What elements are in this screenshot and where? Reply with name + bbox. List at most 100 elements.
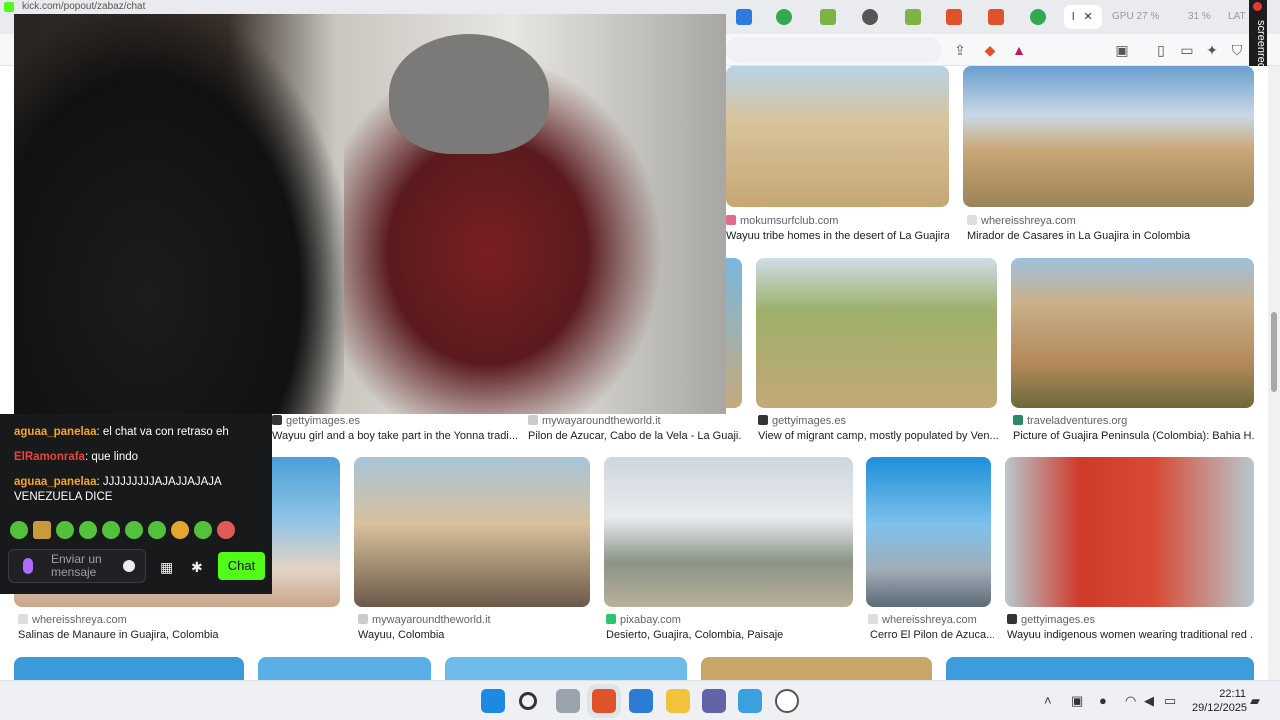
- microphone-icon[interactable]: ●: [1099, 693, 1107, 708]
- chat-input[interactable]: Enviar un mensaje: [8, 549, 146, 583]
- emote-icon[interactable]: [125, 521, 143, 539]
- result-image[interactable]: [1011, 258, 1254, 408]
- brave-rewards-icon[interactable]: ▲: [1010, 41, 1028, 59]
- result-title[interactable]: Wayuu, Colombia: [358, 629, 588, 641]
- result-image[interactable]: [756, 258, 997, 408]
- result-source[interactable]: traveladventures.org: [1013, 415, 1127, 427]
- scrollbar-thumb[interactable]: [1271, 312, 1277, 392]
- settings-gear-icon[interactable]: ✱: [191, 559, 203, 576]
- volume-icon[interactable]: ◀: [1144, 693, 1154, 709]
- result-title[interactable]: View of migrant camp, mostly populated b…: [758, 430, 998, 442]
- tab-close-icon[interactable]: ✕: [1084, 11, 1093, 23]
- result-image[interactable]: [604, 457, 853, 607]
- outlook-icon[interactable]: [629, 689, 653, 713]
- sidebar-icon[interactable]: ▯: [1152, 41, 1170, 59]
- result-source[interactable]: gettyimages.es: [272, 415, 360, 427]
- result-image[interactable]: [1005, 457, 1254, 607]
- emote-icon[interactable]: [171, 521, 189, 539]
- microphone-icon[interactable]: [23, 558, 33, 574]
- result-title[interactable]: Wayuu tribe homes in the desert of La Gu…: [726, 230, 949, 242]
- emote-icon[interactable]: [10, 521, 28, 539]
- result-title[interactable]: Wayuu girl and a boy take part in the Yo…: [272, 430, 517, 442]
- wifi-icon[interactable]: ◠: [1125, 693, 1136, 709]
- result-source[interactable]: whereisshreya.com: [868, 614, 977, 626]
- result-title[interactable]: Pilon de Azucar, Cabo de la Vela - La Gu…: [528, 430, 742, 442]
- result-image[interactable]: [726, 66, 949, 207]
- result-source[interactable]: mywayaroundtheworld.it: [528, 415, 661, 427]
- tab-favicon-icon[interactable]: [736, 9, 752, 25]
- result-source[interactable]: whereisshreya.com: [18, 614, 127, 626]
- chat-username[interactable]: aguaa_panelaa: [14, 426, 96, 438]
- recorder-app-icon[interactable]: [775, 689, 799, 713]
- result-title[interactable]: Picture of Guajira Peninsula (Colombia):…: [1013, 430, 1254, 442]
- brave-shields-icon[interactable]: ◆: [981, 41, 999, 59]
- result-title[interactable]: Desierto, Guajira, Colombia, Paisaje: [606, 629, 853, 641]
- clock-date: 29/12/2025: [1192, 702, 1248, 714]
- result-image[interactable]: [354, 457, 590, 607]
- result-image[interactable]: [258, 657, 431, 680]
- brave-tab-icon[interactable]: [946, 9, 962, 25]
- result-title[interactable]: Salinas de Manaure in Guajira, Colombia: [18, 629, 338, 641]
- result-title[interactable]: Wayuu indigenous women wearing tradition…: [1007, 629, 1254, 641]
- vpn-icon[interactable]: ⛉: [1228, 41, 1246, 59]
- emoji-icon[interactable]: [123, 560, 135, 572]
- notifications-icon[interactable]: ▰: [1250, 693, 1260, 709]
- result-image[interactable]: [14, 657, 244, 680]
- site-favicon-icon: [18, 614, 28, 624]
- chat-panel: aguaa_panelaa: el chat va con retraso eh…: [0, 414, 272, 594]
- result-image[interactable]: [946, 657, 1254, 680]
- active-tab[interactable]: l ✕: [1064, 5, 1102, 29]
- site-favicon-icon: [1013, 415, 1023, 425]
- share-icon[interactable]: ⇪: [951, 41, 969, 59]
- chat-username[interactable]: ElRamonrafa: [14, 451, 85, 463]
- result-source[interactable]: gettyimages.es: [758, 415, 846, 427]
- system-clock[interactable]: 22:11 29/12/2025: [1192, 687, 1247, 715]
- result-image[interactable]: [866, 457, 991, 607]
- search-icon[interactable]: [519, 692, 537, 710]
- tab-favicon-icon[interactable]: [862, 9, 878, 25]
- chevron-up-icon[interactable]: ˄: [1044, 693, 1052, 708]
- brave-tab-icon[interactable]: [988, 9, 1004, 25]
- emote-icon[interactable]: [217, 521, 235, 539]
- extension-icon[interactable]: ▣: [1113, 41, 1131, 59]
- tray-app-icon[interactable]: ▣: [1071, 693, 1083, 709]
- start-windows-icon[interactable]: [481, 689, 505, 713]
- popout-titlebar[interactable]: kick.com/popout/zabaz/chat: [0, 0, 726, 14]
- page-scrollbar[interactable]: [1268, 66, 1280, 680]
- result-source[interactable]: whereisshreya.com: [967, 215, 1076, 227]
- maps-tab-icon[interactable]: [776, 9, 792, 25]
- result-title[interactable]: Cerro El Pilon de Azuca...: [870, 629, 994, 641]
- result-source[interactable]: mokumsurfclub.com: [726, 215, 949, 227]
- tab-favicon-icon[interactable]: [820, 9, 836, 25]
- emote-icon[interactable]: [56, 521, 74, 539]
- emote-icon[interactable]: [102, 521, 120, 539]
- chat-send-button[interactable]: Chat: [218, 552, 265, 580]
- task-view-icon[interactable]: [556, 689, 580, 713]
- store-icon[interactable]: [738, 689, 762, 713]
- leo-ai-icon[interactable]: ✦: [1203, 41, 1221, 59]
- result-image[interactable]: [445, 657, 687, 680]
- chat-message: aguaa_panelaa: el chat va con retraso eh: [14, 425, 229, 440]
- emote-icon[interactable]: [79, 521, 97, 539]
- store-icon[interactable]: ▦: [160, 559, 173, 576]
- screenrec-badge[interactable]: screenrec: [1249, 0, 1267, 76]
- wallet-icon[interactable]: ▭: [1178, 41, 1196, 59]
- file-explorer-icon[interactable]: [666, 689, 690, 713]
- address-bar[interactable]: [726, 37, 941, 63]
- battery-icon[interactable]: ▭: [1164, 693, 1176, 709]
- emote-icon[interactable]: [33, 521, 51, 539]
- stream-video[interactable]: [14, 14, 726, 414]
- chat-username[interactable]: aguaa_panelaa: [14, 476, 96, 488]
- tab-favicon-icon[interactable]: [905, 9, 921, 25]
- result-image[interactable]: [701, 657, 932, 680]
- emote-icon[interactable]: [148, 521, 166, 539]
- result-source[interactable]: mywayaroundtheworld.it: [358, 614, 491, 626]
- brave-browser-icon[interactable]: [592, 689, 616, 713]
- result-source[interactable]: pixabay.com: [606, 614, 681, 626]
- result-source[interactable]: gettyimages.es: [1007, 614, 1095, 626]
- emote-icon[interactable]: [194, 521, 212, 539]
- teams-icon[interactable]: [702, 689, 726, 713]
- result-image[interactable]: [963, 66, 1254, 207]
- result-title[interactable]: Mirador de Casares in La Guajira in Colo…: [967, 230, 1254, 242]
- maps-tab-icon[interactable]: [1030, 9, 1046, 25]
